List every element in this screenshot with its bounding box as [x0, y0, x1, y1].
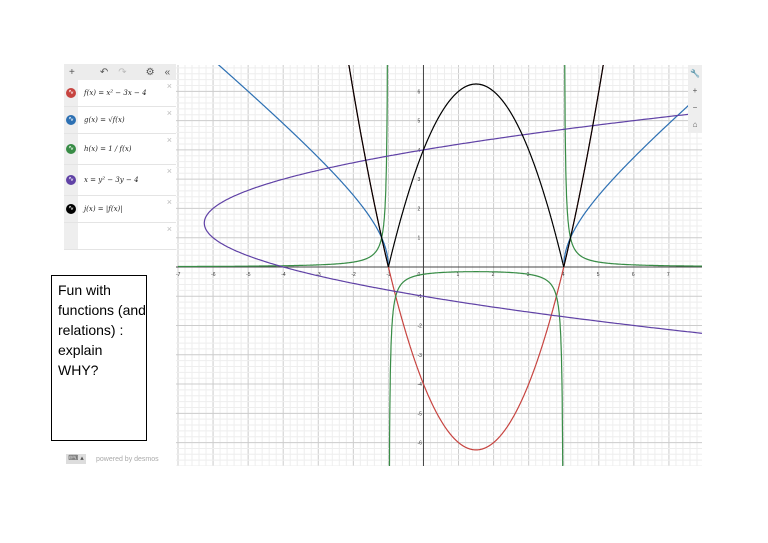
expression-latex[interactable]: j(x) = |f(x)| [84, 205, 123, 213]
x-tick-label: -7 [176, 272, 181, 278]
zoom-out-button[interactable]: − [688, 99, 702, 116]
expression-row[interactable]: ∿ x = y² − 3y − 4 × [64, 165, 176, 196]
expression-row[interactable]: ∿ j(x) = |f(x)| × [64, 196, 176, 223]
expression-gutter: ∿ [64, 80, 78, 106]
h-curve [178, 65, 702, 466]
y-tick-label: -2 [417, 324, 422, 330]
wrench-icon[interactable]: 🔧 [688, 65, 702, 82]
delete-expression-icon[interactable]: × [167, 81, 172, 91]
add-expression-button[interactable]: + [69, 67, 75, 78]
settings-button[interactable]: ⚙ [146, 67, 155, 78]
x-tick-label: -4 [281, 272, 286, 278]
expression-row[interactable]: ∿ f(x) = x² − 3x − 4 × [64, 80, 176, 107]
g-curve [217, 65, 702, 268]
y-tick-label: 5 [417, 119, 420, 125]
x-tick-label: -2 [351, 272, 356, 278]
x-tick-label: 2 [492, 272, 495, 278]
redo-button[interactable]: ↷ [118, 67, 126, 78]
powered-by-desmos: powered by desmos [96, 455, 159, 463]
curve-icon[interactable]: ∿ [66, 175, 76, 185]
expression-row[interactable]: × [64, 223, 176, 250]
expression-row[interactable]: ∿ h(x) = 1 / f(x) × [64, 134, 176, 165]
note-textbox: Fun with functions (and relations) : exp… [51, 275, 147, 441]
expression-panel: + ↶ ↷ ⚙ « ∿ f(x) = x² − 3x − 4 × ∿ g(x) = √f… [64, 64, 176, 254]
delete-expression-icon[interactable]: × [167, 224, 172, 234]
expression-latex[interactable]: x = y² − 3y − 4 [84, 176, 139, 184]
delete-expression-icon[interactable]: × [167, 166, 172, 176]
curve-icon[interactable]: ∿ [66, 115, 76, 125]
curve-icon[interactable]: ∿ [66, 204, 76, 214]
graph-tools: 🔧 + − ⌂ [688, 65, 702, 133]
expression-row[interactable]: ∿ g(x) = √f(x) × [64, 107, 176, 134]
keyboard-button[interactable]: ⌨ ▴ [66, 454, 86, 464]
home-icon[interactable]: ⌂ [688, 116, 702, 133]
expression-latex[interactable]: g(x) = √f(x) [84, 116, 125, 124]
expression-gutter: ∿ [64, 165, 78, 195]
x-tick-label: 1 [457, 272, 460, 278]
expression-gutter [64, 223, 78, 249]
expression-toolbar: + ↶ ↷ ⚙ « [64, 64, 176, 80]
zoom-in-button[interactable]: + [688, 82, 702, 99]
expression-latex[interactable]: f(x) = x² − 3x − 4 [84, 89, 147, 97]
delete-expression-icon[interactable]: × [167, 135, 172, 145]
expression-gutter: ∿ [64, 134, 78, 164]
delete-expression-icon[interactable]: × [167, 197, 172, 207]
footer: ⌨ ▴ powered by desmos [66, 454, 159, 464]
expression-gutter: ∿ [64, 107, 78, 133]
curve-icon[interactable]: ∿ [66, 88, 76, 98]
y-tick-label: 6 [417, 89, 420, 95]
graph-canvas[interactable]: -7-6-5-4-3-2-1012345678654321-1-2-3-4-5-… [176, 65, 702, 466]
y-tick-label: -4 [417, 382, 422, 388]
expression-latex[interactable]: h(x) = 1 / f(x) [84, 145, 132, 153]
collapse-panel-button[interactable]: « [165, 67, 171, 78]
y-tick-label: -5 [417, 411, 422, 417]
x-tick-label: 5 [597, 272, 600, 278]
y-tick-label: -6 [417, 441, 422, 447]
x-tick-label: -5 [246, 272, 251, 278]
undo-button[interactable]: ↶ [100, 67, 108, 78]
curve-icon[interactable]: ∿ [66, 144, 76, 154]
x-tick-label: 7 [667, 272, 670, 278]
x-tick-label: 6 [632, 272, 635, 278]
f-curve [348, 65, 604, 451]
y-tick-label: 2 [417, 206, 420, 212]
y-tick-label: 1 [417, 236, 420, 242]
delete-expression-icon[interactable]: × [167, 108, 172, 118]
y-tick-label: -3 [417, 353, 422, 359]
x-tick-label: -6 [211, 272, 216, 278]
y-tick-label: 3 [417, 177, 420, 183]
expression-gutter: ∿ [64, 196, 78, 222]
